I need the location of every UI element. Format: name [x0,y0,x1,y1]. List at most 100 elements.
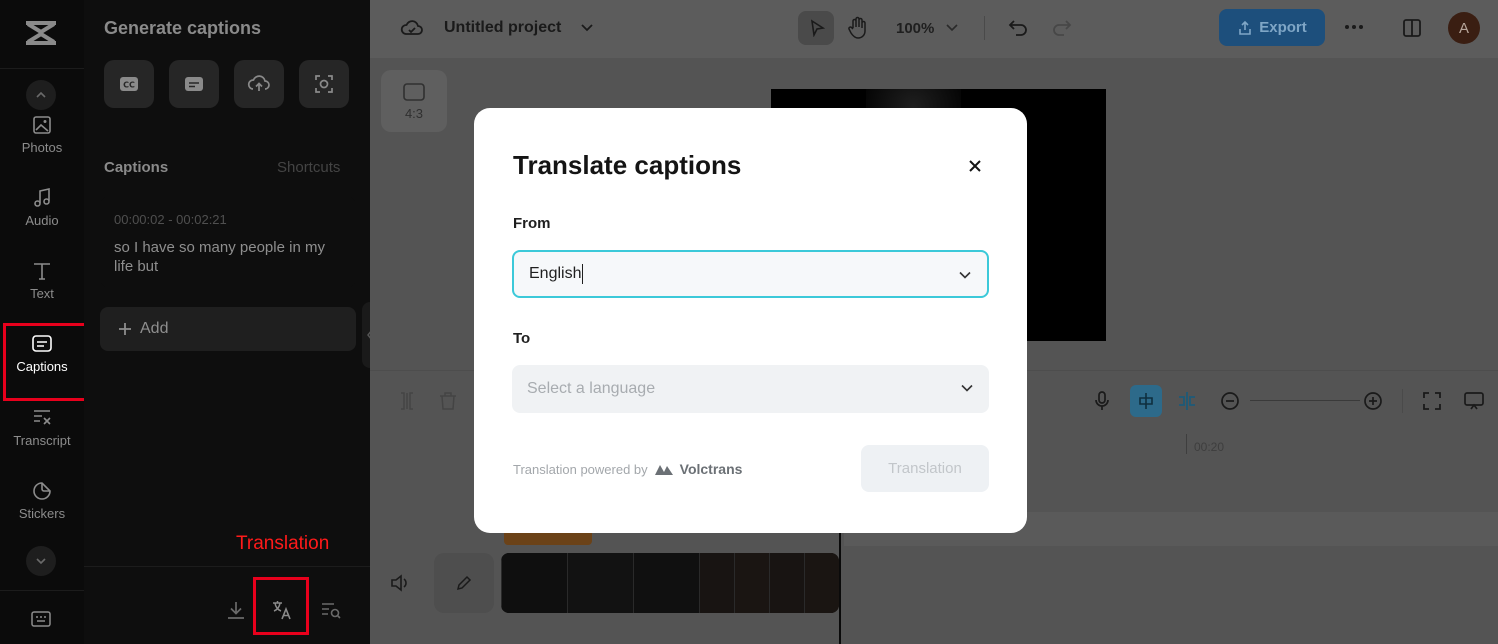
powered-by-brand: Volctrans [679,461,743,477]
to-language-select[interactable]: Select a language [512,365,989,413]
video-clip[interactable] [501,553,839,613]
fit-timeline-icon[interactable] [1420,389,1444,413]
aspect-ratio-label: 4:3 [404,105,424,121]
project-title[interactable]: Untitled project [444,19,561,37]
to-language-placeholder: Select a language [527,380,656,397]
svg-text:CC: CC [123,81,135,90]
caption-item[interactable]: 00:00:02 - 00:02:21 so I have so many pe… [100,196,356,288]
manual-captions-button[interactable] [169,60,219,108]
image-icon [33,116,51,134]
rail-item-label: Photos [21,140,63,155]
clip-thumbnail [804,553,839,613]
scan-icon [315,75,333,93]
tab-shortcuts[interactable]: Shortcuts [277,159,340,176]
layout-panel-icon[interactable] [1401,17,1423,39]
split-icon[interactable] [395,389,419,413]
undo-icon[interactable] [1008,17,1030,37]
plus-icon [119,323,131,335]
dialog-title: Translate captions [513,150,742,180]
auto-captions-button[interactable]: CC [104,60,154,108]
close-icon [969,160,981,172]
preview-screen-icon[interactable] [1462,389,1486,413]
avatar[interactable]: A [1448,12,1480,44]
clip-thumbnail [501,553,567,613]
rail-item-captions[interactable]: Captions [3,323,97,401]
rail-scroll-down-button[interactable] [26,546,56,576]
add-caption-button[interactable]: Add [100,307,356,351]
select-tool-button[interactable] [798,11,834,45]
search-captions-icon[interactable] [319,598,343,622]
text-t-icon [34,263,50,280]
rail-scroll-up-button[interactable] [26,80,56,110]
rail-item-label: Audio [25,213,59,228]
track-edit-button[interactable] [434,553,494,613]
chevron-up-icon [36,91,46,98]
download-icon[interactable] [224,598,248,622]
top-bar: Untitled project 100% Export A [370,0,1498,58]
sticker-icon [33,482,51,500]
powered-by: Translation powered by Volctrans [513,461,742,477]
toolbar-divider [984,16,985,40]
to-label: To [513,330,531,347]
rail-item-label: Transcript [13,433,71,448]
zoom-slider[interactable] [1250,400,1360,401]
panel-footer-divider [84,566,370,567]
subtitle-icon [185,77,203,91]
translate-captions-dialog: Translate captions From English To Selec… [474,108,1027,533]
more-options-icon[interactable] [1344,24,1364,30]
rail-item-stickers[interactable]: Stickers [4,480,80,540]
zoom-in-icon[interactable] [1361,389,1385,413]
rail-item-label: Stickers [18,506,66,521]
keyboard-icon[interactable] [30,610,52,628]
delete-icon[interactable] [436,389,460,413]
caption-text[interactable]: so I have so many people in my life but [114,238,344,276]
captions-panel: Generate captions CC Captions Shortcuts … [84,0,370,644]
clip-thumbnail [734,553,769,613]
chevron-down-icon [961,384,973,392]
from-language-value: English [529,265,582,282]
captions-icon [32,335,52,352]
pointer-icon [810,19,826,37]
chevron-down-icon [36,558,46,565]
zoom-out-icon[interactable] [1218,389,1242,413]
cc-icon: CC [120,77,138,91]
cloud-sync-icon [400,20,423,35]
microphone-icon[interactable] [1090,389,1114,413]
add-caption-label: Add [140,320,169,337]
zoom-level[interactable]: 100% [896,20,934,37]
chevron-down-icon[interactable] [945,22,959,34]
close-button[interactable] [961,152,989,180]
redo-icon[interactable] [1050,17,1072,37]
hand-icon[interactable] [847,16,869,40]
scan-captions-button[interactable] [299,60,349,108]
clip-thumbnail [769,553,804,613]
from-language-select[interactable]: English [512,250,989,298]
text-cursor [582,264,584,284]
rail-item-transcript[interactable]: Transcript [4,407,80,467]
from-label: From [513,215,551,232]
music-note-icon [34,188,50,207]
translation-button[interactable]: Translation [861,445,989,492]
powered-by-text: Translation powered by [513,461,648,477]
rail-item-label: Captions [16,359,68,374]
rail-item-text[interactable]: Text [4,260,80,320]
transcript-icon [34,410,51,425]
link-clips-icon[interactable] [1175,389,1199,413]
export-button[interactable]: Export [1219,9,1325,46]
upload-captions-button[interactable] [234,60,284,108]
ruler-tick [1186,434,1187,454]
pencil-icon [456,575,472,591]
rail-item-label: Text [30,286,54,301]
magnet-snap-button[interactable] [1130,385,1162,417]
chevron-down-icon[interactable] [580,22,594,34]
tab-captions[interactable]: Captions [104,159,168,176]
export-label: Export [1259,19,1307,36]
aspect-ratio-icon [403,82,425,101]
aspect-ratio-button[interactable]: 4:3 [381,70,447,132]
rail-item-photos[interactable]: Photos [4,114,80,174]
clip-thumbnail [633,553,699,613]
share-icon [1239,20,1252,35]
rail-item-audio[interactable]: Audio [4,187,80,247]
volume-icon[interactable] [390,574,410,592]
annotation-highlight-box [253,577,309,635]
